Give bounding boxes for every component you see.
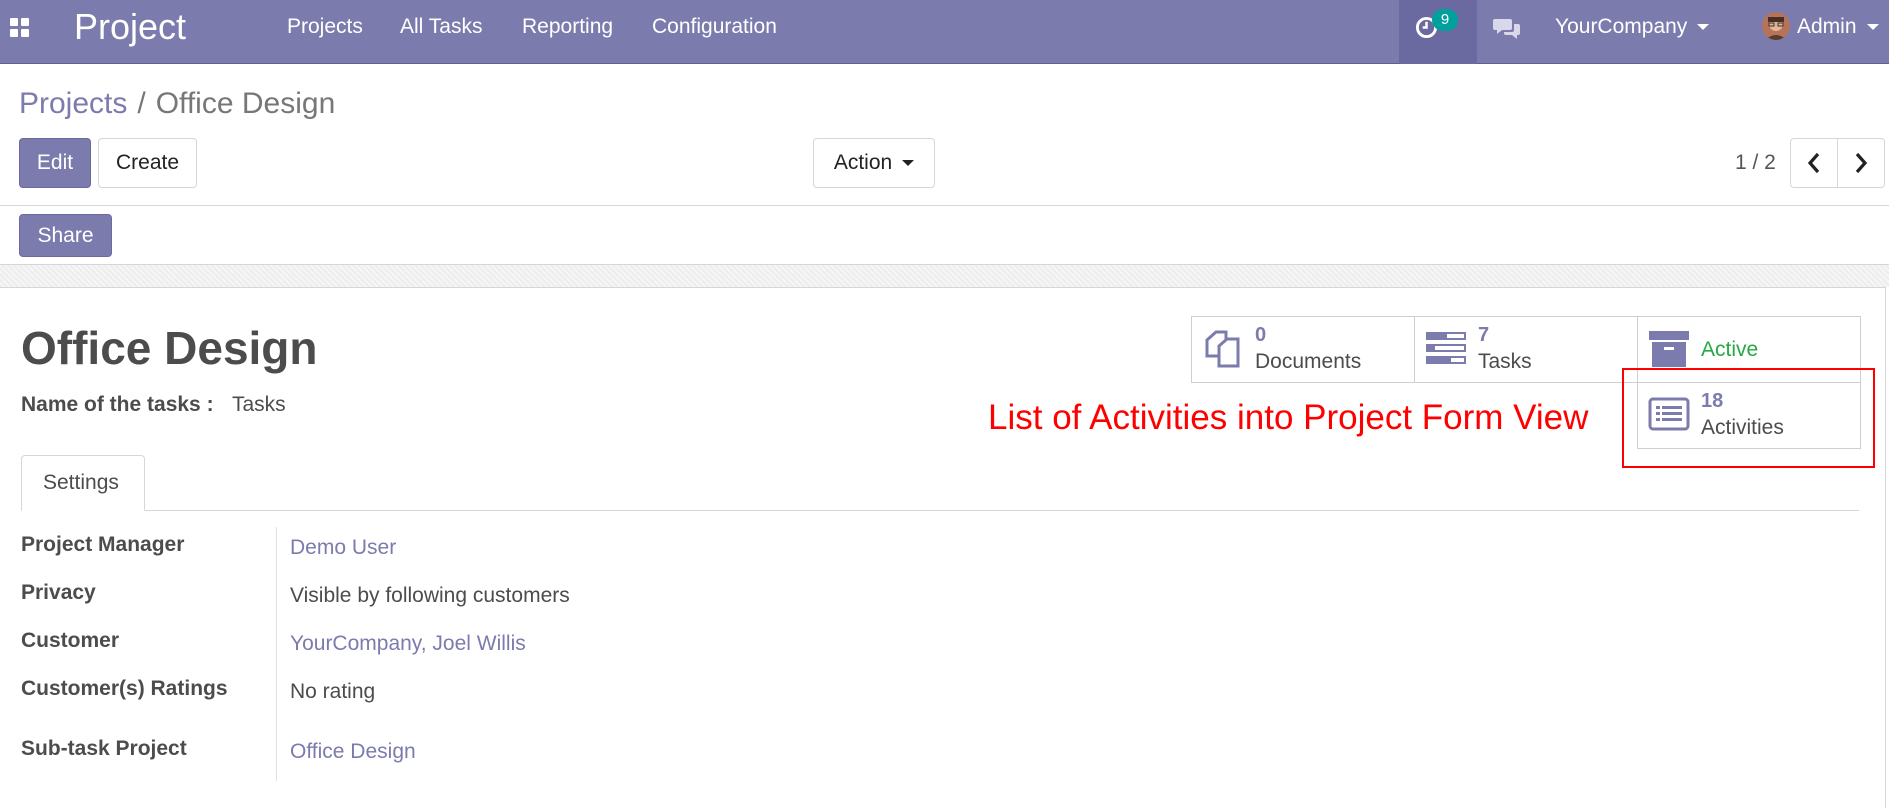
edit-button[interactable]: Edit: [19, 138, 91, 188]
form-background: [0, 265, 1889, 287]
archive-icon: [1649, 331, 1689, 367]
active-status-label: Active: [1701, 338, 1759, 361]
tasks-label: Tasks: [1478, 350, 1532, 373]
subtask-project-label: Sub-task Project: [21, 737, 187, 760]
documents-label: Documents: [1255, 350, 1362, 373]
field-separator: [276, 527, 277, 781]
annotation-text: List of Activities into Project Form Vie…: [988, 398, 1589, 437]
chevron-down-icon: [1866, 24, 1879, 31]
tasks-smart-button[interactable]: 7 Tasks: [1414, 316, 1638, 383]
user-avatar-icon: [1762, 12, 1790, 40]
privacy-label: Privacy: [21, 581, 96, 604]
customer-value[interactable]: YourCompany, Joel Willis: [290, 631, 526, 657]
documents-count: 0: [1255, 324, 1267, 346]
tasks-count: 7: [1478, 324, 1490, 346]
chevron-down-icon: [902, 160, 915, 167]
chevron-right-icon: [1855, 152, 1868, 174]
menu-all-tasks[interactable]: All Tasks: [400, 14, 482, 40]
pager-next-button[interactable]: [1837, 138, 1885, 188]
user-menu[interactable]: Admin: [1797, 14, 1879, 40]
apps-grid-icon[interactable]: [10, 18, 31, 39]
app-brand[interactable]: Project: [74, 6, 186, 48]
pager-previous-button[interactable]: [1790, 138, 1838, 188]
annotation-highlight-box: [1622, 368, 1875, 468]
pager-value[interactable]: 1 / 2: [1735, 150, 1776, 176]
menu-reporting[interactable]: Reporting: [522, 14, 613, 40]
chevron-left-icon: [1807, 152, 1820, 174]
divider: [0, 205, 1889, 206]
tasks-icon: [1426, 332, 1466, 364]
privacy-value[interactable]: Visible by following customers: [290, 583, 570, 609]
avatar[interactable]: [1762, 12, 1790, 40]
action-dropdown[interactable]: Action: [813, 138, 935, 188]
chevron-down-icon: [1697, 24, 1710, 31]
menu-configuration[interactable]: Configuration: [652, 14, 777, 40]
task-name-label: Name of the tasks :: [21, 393, 214, 416]
breadcrumb-separator: /: [137, 87, 146, 120]
task-name-value[interactable]: Tasks: [232, 392, 286, 418]
menu-projects[interactable]: Projects: [287, 14, 363, 40]
documents-smart-button[interactable]: 0 Documents: [1191, 316, 1415, 383]
tab-settings-label: Settings: [43, 471, 119, 494]
documents-icon: [1205, 330, 1240, 368]
breadcrumb-projects[interactable]: Projects: [19, 87, 127, 120]
project-manager-value[interactable]: Demo User: [290, 535, 396, 561]
create-button[interactable]: Create: [98, 138, 197, 188]
chat-icon[interactable]: [1493, 16, 1521, 40]
top-navbar: Project Projects All Tasks Reporting Con…: [0, 0, 1889, 64]
customer-label: Customer: [21, 629, 120, 652]
tab-underline: [21, 510, 1859, 511]
activity-menu[interactable]: 9: [1399, 0, 1477, 64]
subtask-project-value[interactable]: Office Design: [290, 739, 416, 765]
record-title: Office Design: [21, 322, 318, 374]
ratings-value: No rating: [290, 680, 376, 703]
share-button[interactable]: Share: [19, 214, 112, 257]
project-manager-label: Project Manager: [21, 533, 185, 556]
ratings-label: Customer(s) Ratings: [21, 677, 228, 700]
breadcrumb-current: Office Design: [155, 87, 336, 120]
breadcrumb: Projects / Office Design: [19, 86, 335, 122]
tab-settings[interactable]: Settings: [21, 455, 145, 511]
activity-count-badge: 9: [1432, 9, 1458, 31]
company-switcher[interactable]: YourCompany: [1555, 14, 1710, 40]
